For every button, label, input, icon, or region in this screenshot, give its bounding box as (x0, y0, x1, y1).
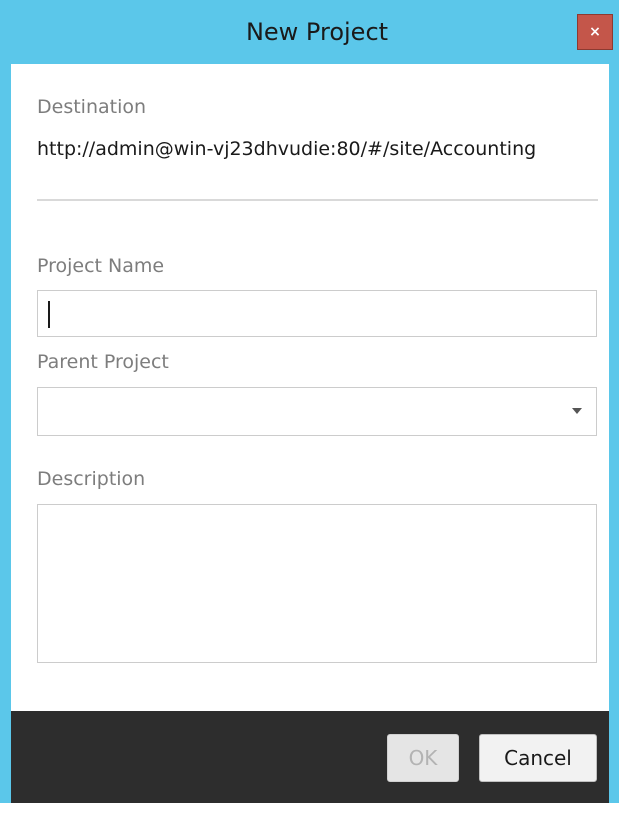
description-textarea[interactable] (37, 504, 597, 663)
project-name-input[interactable] (37, 290, 597, 337)
cancel-button[interactable]: Cancel (479, 734, 597, 782)
project-name-label: Project Name (37, 255, 165, 277)
dialog-title: New Project (245, 18, 389, 46)
new-project-dialog: New Project × Destination http://admin@w… (0, 0, 619, 803)
close-icon: × (589, 24, 601, 40)
parent-project-label: Parent Project (37, 351, 169, 373)
chevron-down-icon[interactable] (572, 408, 582, 414)
ok-button[interactable]: OK (387, 734, 459, 782)
text-caret (48, 301, 50, 328)
close-button[interactable]: × (577, 14, 613, 50)
dialog-footer: OK Cancel (11, 711, 609, 803)
title-bar: New Project × (0, 0, 619, 64)
parent-project-dropdown[interactable] (37, 387, 597, 436)
destination-value: http://admin@win-vj23dhvudie:80/#/site/A… (37, 138, 537, 160)
description-label: Description (37, 468, 146, 490)
dialog-body: Destination http://admin@win-vj23dhvudie… (11, 64, 609, 711)
destination-label: Destination (37, 96, 147, 118)
divider (37, 199, 598, 201)
